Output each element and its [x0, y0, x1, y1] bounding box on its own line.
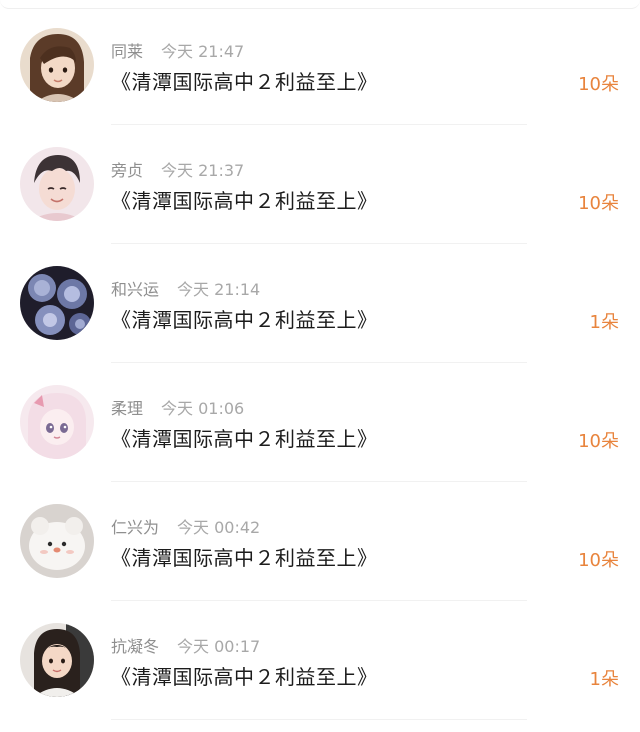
flower-count: 10朵 [578, 550, 619, 571]
anime-girl-avatar[interactable] [20, 385, 94, 459]
flower-count: 10朵 [578, 193, 619, 214]
user-name[interactable]: 柔理 [111, 399, 143, 418]
row-meta: 仁兴为 今天 00:42 [111, 514, 261, 537]
book-title[interactable]: 《清潭国际高中２利益至上》 [111, 661, 378, 690]
gift-time: 今天 00:42 [177, 518, 261, 537]
row-meta: 同莱 今天 21:47 [111, 38, 245, 61]
user-name[interactable]: 和兴运 [111, 280, 159, 299]
row-meta: 抗凝冬 今天 00:17 [111, 633, 261, 656]
gift-time: 今天 01:06 [161, 399, 245, 418]
book-title[interactable]: 《清潭国际高中２利益至上》 [111, 423, 378, 452]
gift-row[interactable]: 旁贞 今天 21:37 《清潭国际高中２利益至上》 10朵 [0, 119, 640, 244]
gift-time: 今天 00:17 [177, 637, 261, 656]
gift-row[interactable]: 抗凝冬 今天 00:17 《清潭国际高中２利益至上》 1朵 [0, 595, 640, 720]
book-title[interactable]: 《清潭国际高中２利益至上》 [111, 542, 378, 571]
boy-drawing-avatar[interactable] [20, 147, 94, 221]
gift-row[interactable]: 和兴运 今天 21:14 《清潭国际高中２利益至上》 1朵 [0, 238, 640, 363]
row-meta: 和兴运 今天 21:14 [111, 276, 261, 299]
user-name[interactable]: 同莱 [111, 42, 143, 61]
blue-roses-avatar[interactable] [20, 266, 94, 340]
user-name[interactable]: 仁兴为 [111, 518, 159, 537]
flower-count: 1朵 [589, 669, 619, 690]
book-title[interactable]: 《清潭国际高中２利益至上》 [111, 185, 378, 214]
child-photo-avatar[interactable] [20, 623, 94, 697]
girl-drawing-avatar[interactable] [20, 28, 94, 102]
gift-time: 今天 21:47 [161, 42, 245, 61]
gift-row[interactable]: 同莱 今天 21:47 《清潭国际高中２利益至上》 10朵 [0, 0, 640, 125]
flower-count: 10朵 [578, 74, 619, 95]
book-title[interactable]: 《清潭国际高中２利益至上》 [111, 304, 378, 333]
user-name[interactable]: 旁贞 [111, 161, 143, 180]
book-title[interactable]: 《清潭国际高中２利益至上》 [111, 66, 378, 95]
row-divider [111, 719, 527, 720]
user-name[interactable]: 抗凝冬 [111, 637, 159, 656]
gift-time: 今天 21:37 [161, 161, 245, 180]
row-meta: 柔理 今天 01:06 [111, 395, 245, 418]
row-meta: 旁贞 今天 21:37 [111, 157, 245, 180]
plush-toy-avatar[interactable] [20, 504, 94, 578]
gift-row[interactable]: 仁兴为 今天 00:42 《清潭国际高中２利益至上》 10朵 [0, 476, 640, 601]
flower-count: 10朵 [578, 431, 619, 452]
gift-row[interactable]: 柔理 今天 01:06 《清潭国际高中２利益至上》 10朵 [0, 357, 640, 482]
flower-count: 1朵 [589, 312, 619, 333]
gift-time: 今天 21:14 [177, 280, 261, 299]
